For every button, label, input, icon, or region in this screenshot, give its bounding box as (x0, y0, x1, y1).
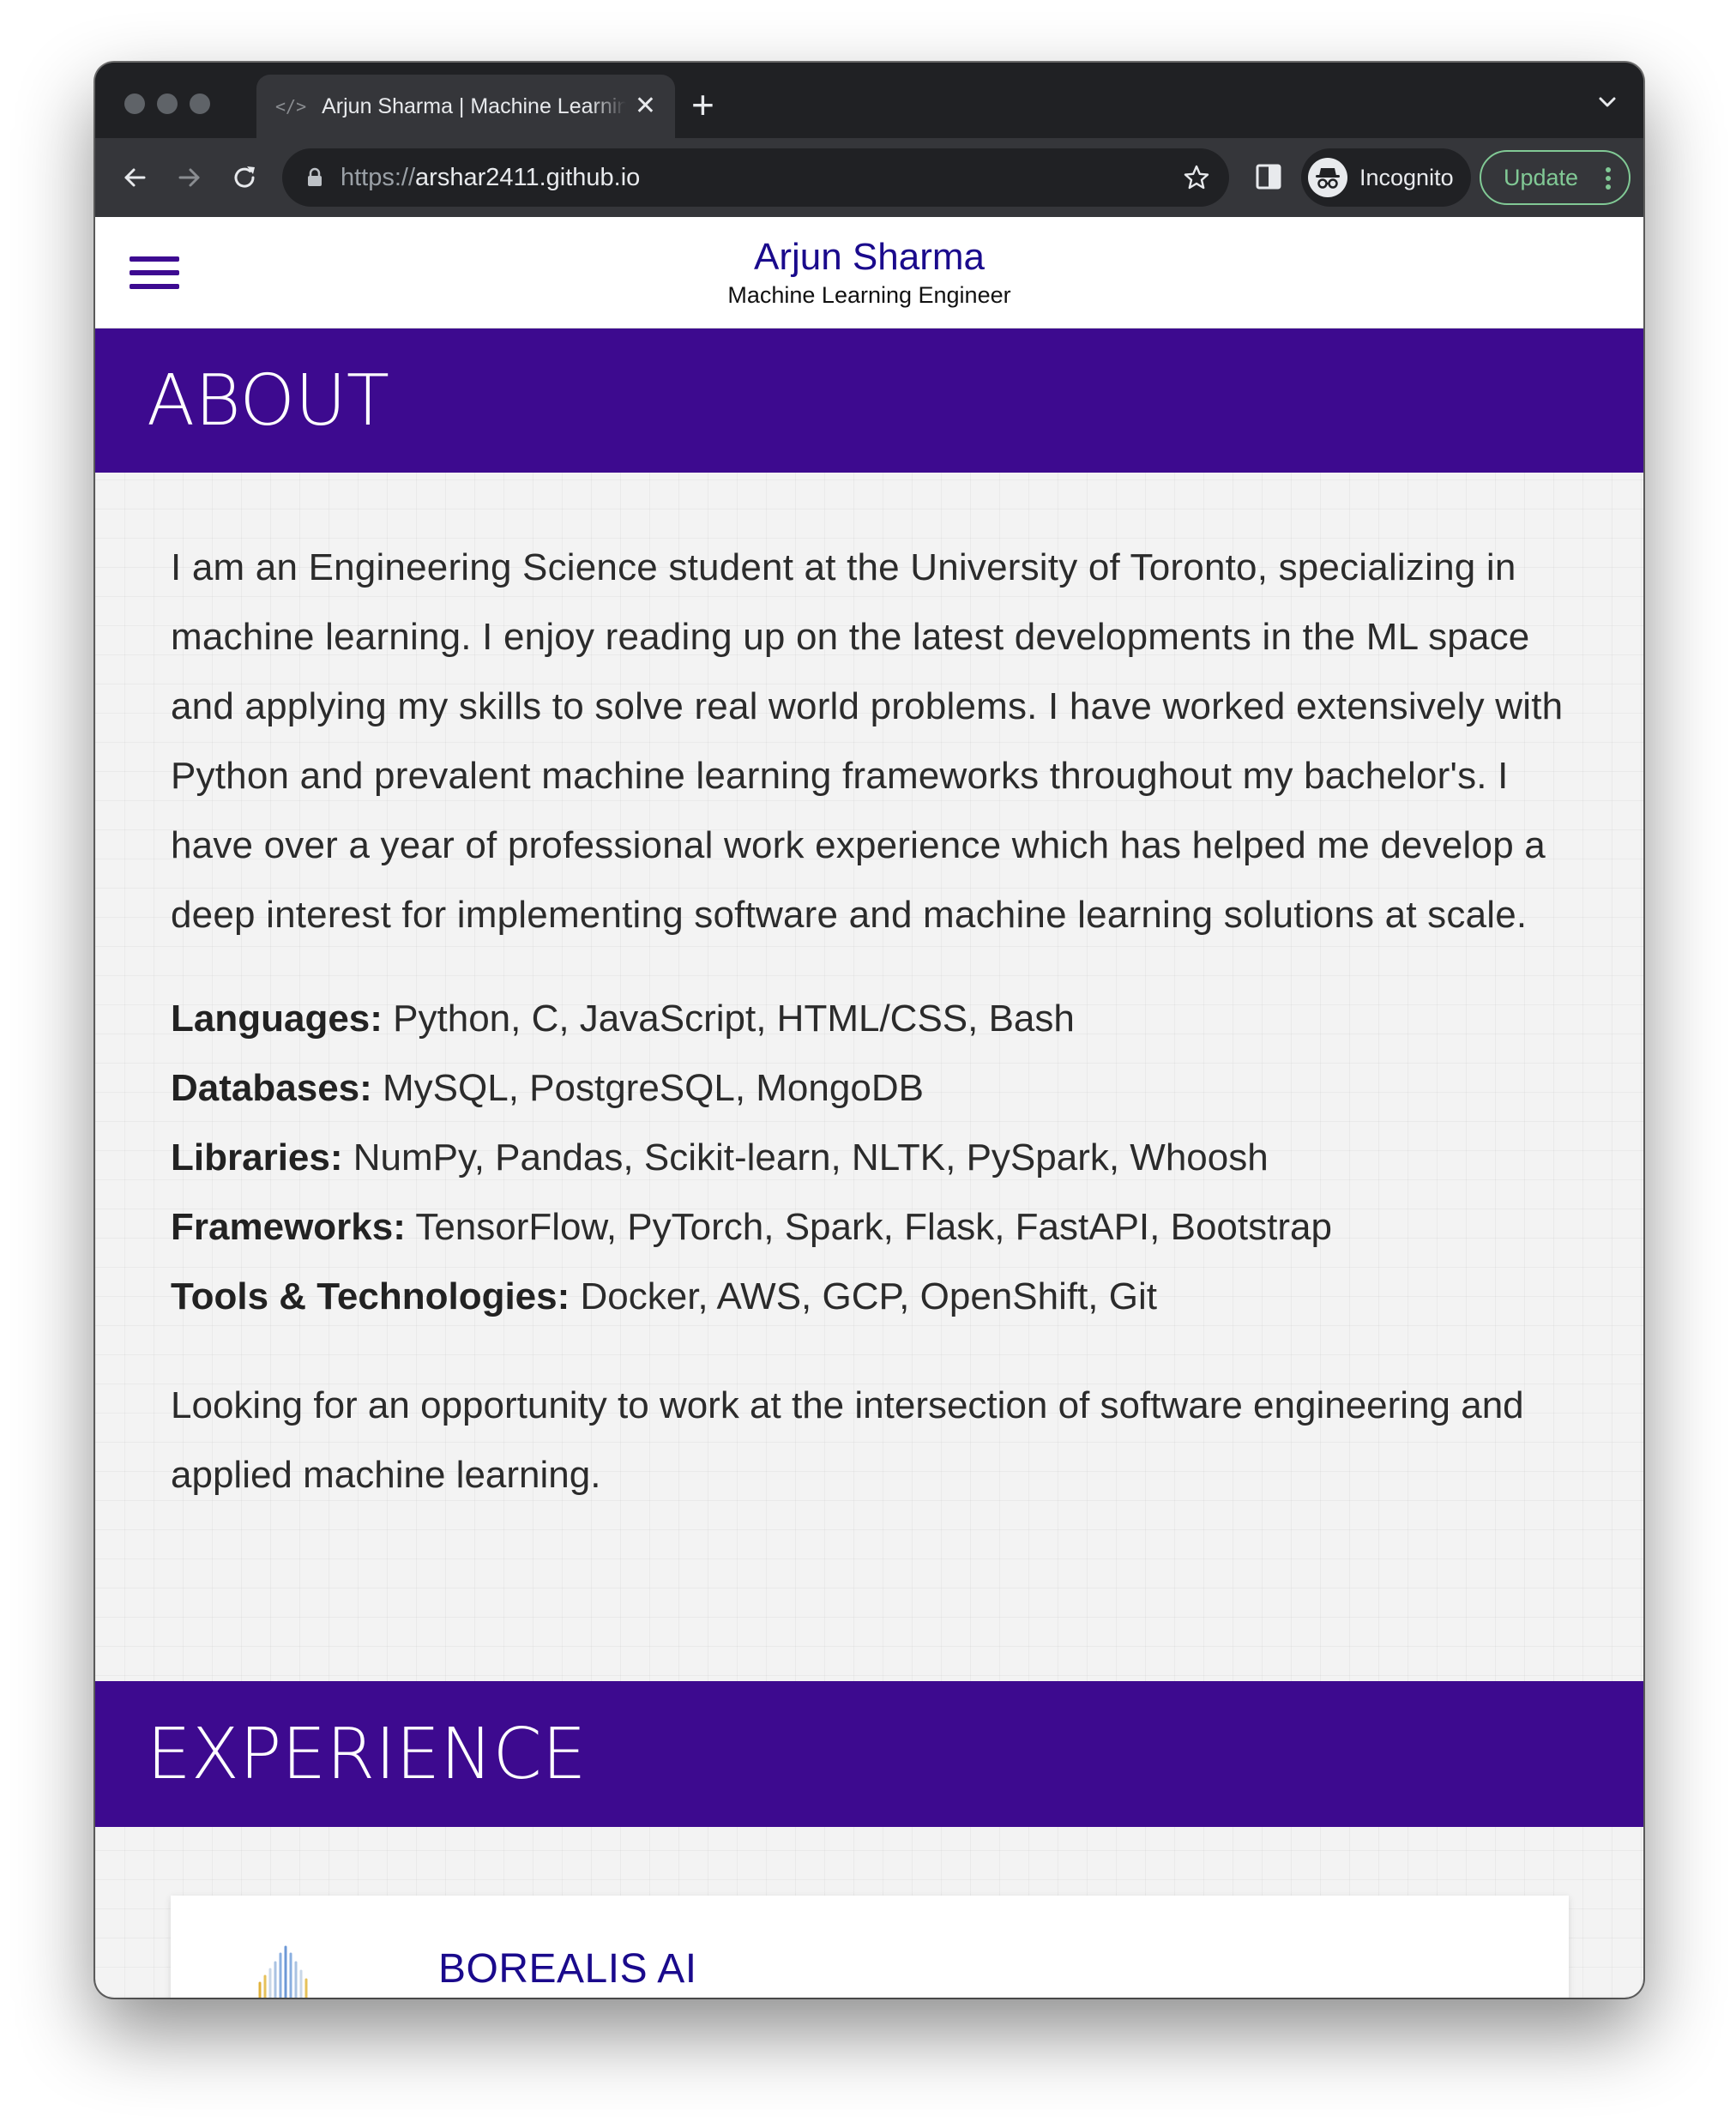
about-paragraph: I am an Engineering Science student at t… (171, 546, 1564, 936)
skill-databases: Databases: MySQL, PostgreSQL, MongoDB (171, 1067, 924, 1109)
page-viewport[interactable]: Arjun Sharma Machine Learning Engineer A… (95, 217, 1643, 1998)
forward-button[interactable] (172, 160, 207, 195)
experience-heading: EXPERIENCE (147, 1713, 587, 1795)
incognito-label: Incognito (1359, 164, 1454, 190)
tab-title: Arjun Sharma | Machine Learning Engineer (322, 93, 626, 118)
experience-company[interactable]: BOREALIS AI (438, 1945, 697, 1992)
skill-libraries: Libraries: NumPy, Pandas, Scikit-learn, … (171, 1136, 1269, 1179)
reload-button[interactable] (227, 160, 262, 195)
back-button[interactable] (118, 160, 152, 195)
back-arrow-icon (124, 168, 146, 187)
window-minimize-dot[interactable] (157, 93, 178, 114)
tab-strip: </> Arjun Sharma | Machine Learning Engi… (95, 63, 1643, 138)
skill-tools: Tools & Technologies: Docker, AWS, GCP, … (171, 1275, 1157, 1317)
code-favicon-icon: </> (275, 96, 307, 117)
update-button[interactable]: Update (1480, 150, 1631, 205)
address-bar[interactable]: https://arshar2411.github.io (282, 148, 1229, 207)
side-panel-icon[interactable] (1255, 162, 1282, 191)
plus-icon[interactable]: + (691, 85, 714, 124)
about-section-banner: ABOUT (95, 329, 1643, 473)
skill-languages: Languages: Python, C, JavaScript, HTML/C… (171, 998, 1075, 1040)
about-closing: Looking for an opportunity to work at th… (171, 1384, 1524, 1496)
forward-arrow-icon (178, 168, 200, 187)
close-icon[interactable]: ✕ (635, 93, 656, 119)
borealis-logo (258, 1945, 308, 1998)
skills-list: Languages: Python, C, JavaScript, HTML/C… (171, 984, 1577, 1331)
site-owner-name[interactable]: Arjun Sharma (95, 236, 1643, 279)
about-content: I am an Engineering Science student at t… (171, 533, 1577, 1510)
update-label: Update (1504, 164, 1579, 190)
incognito-indicator[interactable]: Incognito (1301, 148, 1471, 207)
site-owner-role: Machine Learning Engineer (727, 282, 1011, 308)
experience-section-banner: EXPERIENCE (95, 1681, 1643, 1827)
url-text: https://arshar2411.github.io (341, 163, 641, 191)
reload-icon (234, 166, 255, 188)
browser-tab-active[interactable]: </> Arjun Sharma | Machine Learning Engi… (256, 75, 675, 138)
browser-toolbar: https://arshar2411.github.io Incognito U… (95, 138, 1643, 217)
incognito-icon (1308, 158, 1347, 197)
experience-card: BOREALIS AI (171, 1896, 1569, 1998)
browser-window: </> Arjun Sharma | Machine Learning Engi… (95, 63, 1643, 1998)
lock-icon[interactable] (306, 167, 323, 188)
window-zoom-dot[interactable] (190, 93, 210, 114)
site-header: Arjun Sharma Machine Learning Engineer (95, 217, 1643, 329)
window-close-dot[interactable] (124, 93, 145, 114)
about-heading: ABOUT (147, 359, 389, 442)
skill-frameworks: Frameworks: TensorFlow, PyTorch, Spark, … (171, 1206, 1332, 1248)
star-icon[interactable] (1183, 164, 1210, 191)
chevron-down-icon[interactable] (1597, 95, 1618, 109)
more-vert-icon[interactable] (1605, 166, 1612, 191)
